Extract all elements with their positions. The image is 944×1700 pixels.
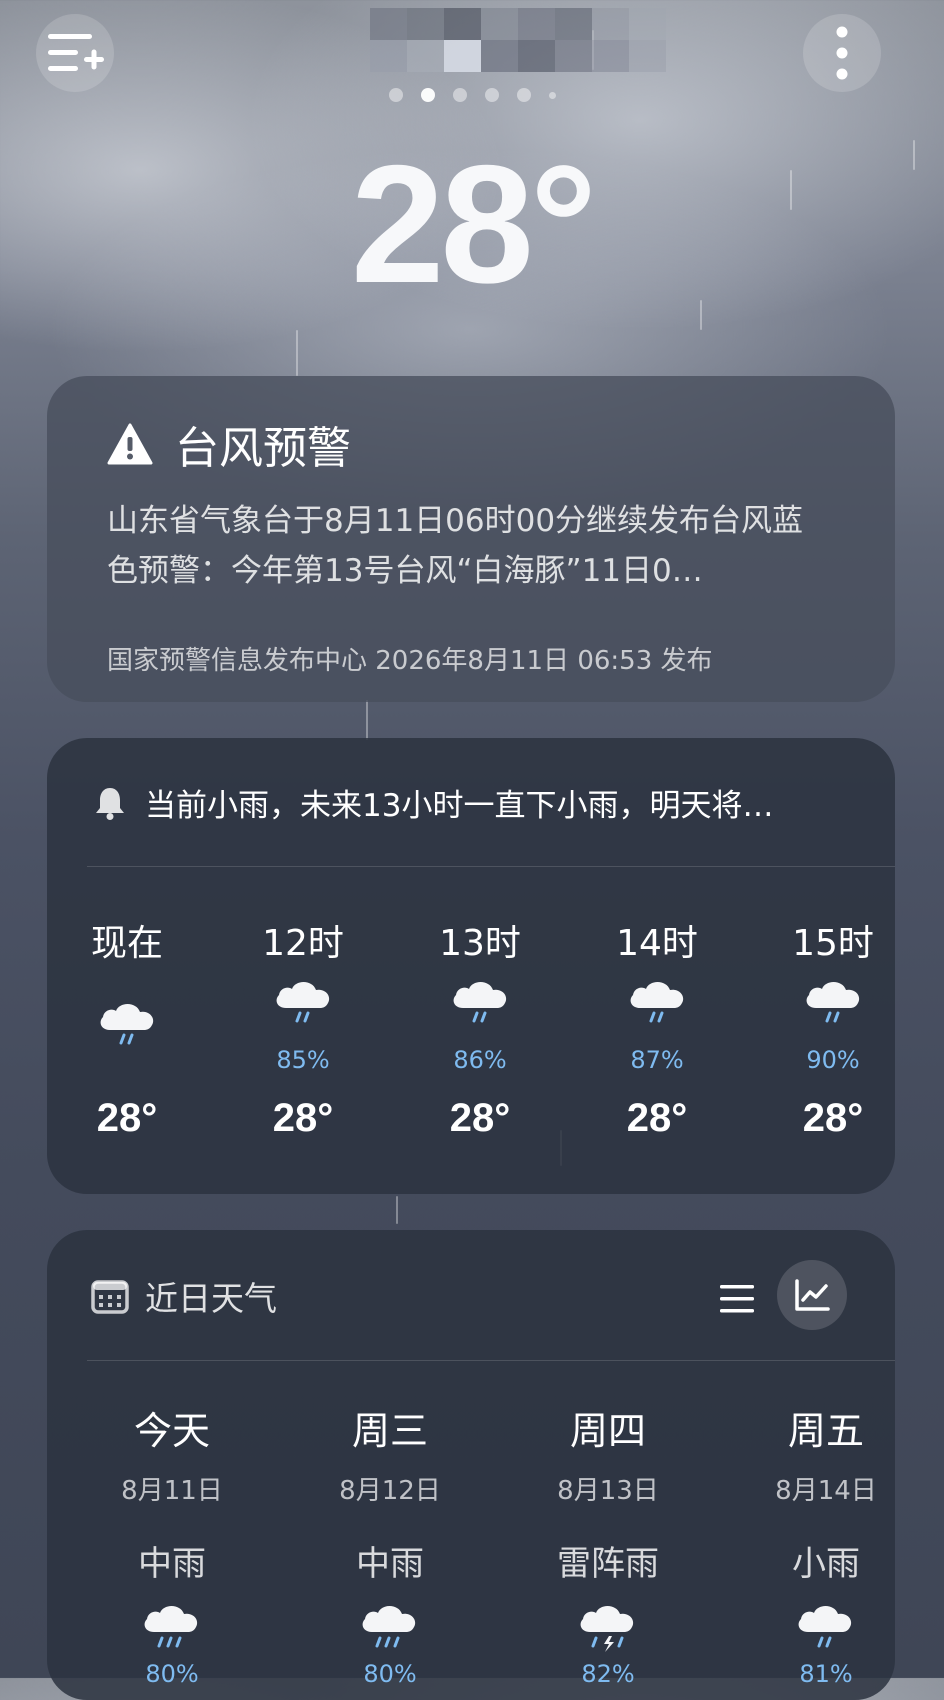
thunderstorm-icon — [508, 1598, 708, 1654]
day-date: 8月12日 — [339, 1476, 441, 1506]
daily-forecast-card: 近日天气 今天 8月11日 中雨 80% 周三 8月12日 中雨 80% 周四 … — [47, 1230, 895, 1700]
hourly-forecast-card: 当前小雨，未来13小时一直下小雨，明天将… 现在 28° 12时 85% 28°… — [47, 738, 895, 1194]
city-manage-button[interactable] — [36, 14, 114, 92]
calendar-icon — [91, 1280, 129, 1314]
trend-chart-icon — [795, 1279, 830, 1311]
hour-precip-probability: 90% — [806, 1046, 860, 1074]
day-date: 8月13日 — [557, 1476, 659, 1506]
hour-temperature: 28° — [272, 1096, 334, 1140]
rain-summary-row[interactable]: 当前小雨，未来13小时一直下小雨，明天将… — [91, 780, 773, 825]
hour-temperature: 28° — [449, 1096, 511, 1140]
day-condition: 小雨 — [792, 1544, 860, 1584]
hour-time: 现在 — [90, 923, 163, 964]
alert-title: 台风预警 — [175, 423, 351, 474]
light-rain-icon — [602, 974, 712, 1026]
day-precip-probability: 80% — [145, 1660, 199, 1688]
hour-temperature: 28° — [626, 1096, 688, 1140]
day-precip-probability: 81% — [799, 1660, 853, 1688]
typhoon-alert-card[interactable]: 台风预警 山东省气象台于8月11日06时00分继续发布台风蓝色预警：今年第13号… — [47, 376, 895, 702]
page-dot — [484, 88, 499, 102]
day-condition: 中雨 — [138, 1544, 206, 1584]
warning-icon — [107, 423, 153, 465]
day-date: 8月14日 — [775, 1476, 877, 1506]
divider — [87, 866, 895, 867]
page-dot — [452, 88, 467, 102]
hour-time: 15时 — [792, 923, 874, 964]
day-precip-probability: 80% — [363, 1660, 417, 1688]
page-dot — [548, 92, 556, 99]
hour-time: 12时 — [262, 923, 344, 964]
page-dot — [388, 88, 403, 102]
list-icon — [720, 1285, 754, 1313]
day-condition: 中雨 — [356, 1544, 424, 1584]
hour-time: 13时 — [439, 923, 521, 964]
light-rain-icon — [726, 1598, 926, 1654]
hour-temperature: 28° — [96, 1096, 158, 1140]
chart-view-button[interactable] — [777, 1260, 847, 1330]
daily-title: 近日天气 — [145, 1279, 277, 1318]
day-condition: 雷阵雨 — [557, 1544, 659, 1584]
light-rain-icon — [72, 996, 182, 1048]
list-view-button[interactable] — [707, 1274, 767, 1324]
more-vertical-icon — [836, 26, 848, 80]
add-city-list-icon — [48, 34, 104, 71]
current-temperature: 28° — [350, 130, 597, 318]
light-rain-icon — [778, 974, 888, 1026]
alert-source: 国家预警信息发布中心 2026年8月11日 06:53 发布 — [107, 646, 713, 676]
day-precip-probability: 82% — [581, 1660, 635, 1688]
hour-temperature: 28° — [802, 1096, 864, 1140]
moderate-rain-icon — [290, 1598, 490, 1654]
alert-body: 山东省气象台于8月11日06时00分继续发布台风蓝色预警：今年第13号台风“白海… — [107, 503, 804, 589]
day-name: 周三 — [351, 1409, 428, 1453]
hour-time: 14时 — [616, 923, 698, 964]
city-page-indicator — [0, 88, 944, 102]
bell-icon — [96, 787, 124, 820]
more-options-button[interactable] — [803, 14, 881, 92]
day-name: 周四 — [569, 1409, 646, 1453]
city-name-pixelated — [370, 8, 670, 72]
daily-header: 近日天气 — [91, 1272, 277, 1320]
day-date: 8月11日 — [121, 1476, 223, 1506]
hour-precip-probability: 85% — [276, 1046, 330, 1074]
day-name: 今天 — [133, 1409, 210, 1453]
divider — [87, 1360, 895, 1361]
light-rain-icon — [248, 974, 358, 1026]
day-name: 周五 — [787, 1409, 864, 1453]
alert-title-row: 台风预警 — [107, 412, 351, 476]
hour-precip-probability: 86% — [453, 1046, 507, 1074]
light-rain-icon — [425, 974, 535, 1026]
moderate-rain-icon — [72, 1598, 272, 1654]
page-dot-active — [420, 88, 435, 102]
hour-precip-probability: 87% — [630, 1046, 684, 1074]
rain-summary-text: 当前小雨，未来13小时一直下小雨，明天将… — [145, 788, 774, 824]
page-dot — [516, 88, 531, 102]
